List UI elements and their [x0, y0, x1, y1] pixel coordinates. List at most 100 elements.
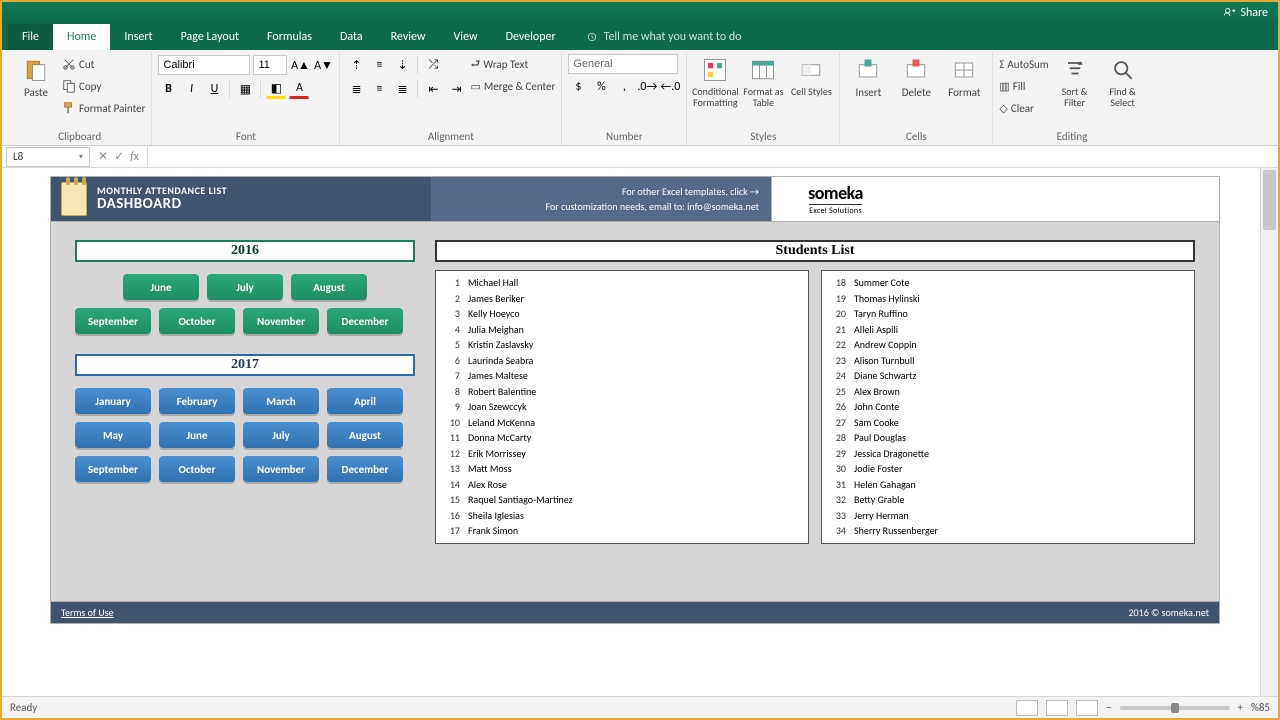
month-august-button[interactable]: August	[291, 274, 367, 300]
fx-icon[interactable]: fx	[130, 150, 139, 164]
month-march-button[interactable]: March	[243, 388, 319, 414]
tab-data[interactable]: Data	[326, 24, 377, 50]
format-as-table-button[interactable]: Format as Table	[741, 54, 785, 110]
page-break-view-button[interactable]	[1076, 700, 1098, 716]
sort-filter-button[interactable]: Sort & Filter	[1053, 54, 1097, 110]
month-april-button[interactable]: April	[327, 388, 403, 414]
format-cells-button[interactable]: Format	[942, 54, 986, 101]
enter-formula-icon[interactable]: ✓	[114, 149, 124, 164]
align-left-icon[interactable]: ≣	[346, 79, 366, 99]
bold-button[interactable]: B	[158, 79, 178, 99]
paste-button[interactable]: Paste	[14, 54, 58, 101]
percent-icon[interactable]: %	[591, 77, 611, 97]
font-name-select[interactable]	[158, 55, 250, 75]
page-layout-view-button[interactable]	[1046, 700, 1068, 716]
share-button[interactable]: Share	[1224, 6, 1268, 20]
format-painter-button[interactable]: Format Painter	[62, 98, 145, 118]
tab-insert[interactable]: Insert	[110, 24, 166, 50]
group-alignment: ⇡ ≡ ⇣ ⤮ ≣ ≡ ≣ ⇤ ⇥	[340, 52, 562, 145]
tab-page-layout[interactable]: Page Layout	[167, 24, 253, 50]
cut-button[interactable]: Cut	[62, 54, 145, 74]
italic-button[interactable]: I	[181, 79, 201, 99]
insert-cells-button[interactable]: Insert	[846, 54, 890, 101]
align-center-icon[interactable]: ≡	[369, 79, 389, 99]
formula-bar[interactable]	[147, 147, 1278, 167]
month-november-button[interactable]: November	[243, 308, 319, 334]
terms-of-use-link[interactable]: Terms of Use	[61, 606, 114, 619]
align-bottom-icon[interactable]: ⇣	[392, 55, 412, 75]
worksheet-area[interactable]: MONTHLY ATTENDANCE LIST DASHBOARD For ot…	[2, 168, 1260, 696]
month-june-button[interactable]: June	[123, 274, 199, 300]
autosum-button[interactable]: Σ AutoSum	[999, 54, 1048, 74]
normal-view-button[interactable]	[1016, 700, 1038, 716]
tab-view[interactable]: View	[440, 24, 492, 50]
merge-center-button[interactable]: ▭ Merge & Center	[470, 76, 555, 96]
decrease-decimal-icon[interactable]: ←.0	[660, 77, 680, 97]
month-october-button[interactable]: October	[159, 456, 235, 482]
list-item: 10Leland McKenna	[444, 415, 800, 431]
copy-button[interactable]: Copy	[62, 76, 145, 96]
month-november-button[interactable]: November	[243, 456, 319, 482]
month-december-button[interactable]: December	[327, 456, 403, 482]
zoom-out-button[interactable]: −	[1106, 701, 1111, 714]
fill-color-button[interactable]: ◧	[266, 79, 286, 99]
underline-button[interactable]: U	[204, 79, 224, 99]
borders-button[interactable]: ▦	[235, 79, 255, 99]
find-select-button[interactable]: Find & Select	[1101, 54, 1145, 110]
month-july-button[interactable]: July	[207, 274, 283, 300]
name-box[interactable]: L8▾	[6, 147, 90, 167]
formula-bar-row: L8▾ ✕ ✓ fx	[2, 146, 1278, 168]
month-september-button[interactable]: September	[75, 456, 151, 482]
conditional-formatting-button[interactable]: Conditional Formatting	[693, 54, 737, 110]
months-2017-grid: January February March April May June July Augu…	[75, 388, 415, 482]
increase-decimal-icon[interactable]: .0→	[637, 77, 657, 97]
month-august-button[interactable]: August	[327, 422, 403, 448]
month-december-button[interactable]: December	[327, 308, 403, 334]
month-january-button[interactable]: January	[75, 388, 151, 414]
clear-button[interactable]: ◇ Clear	[999, 98, 1048, 118]
increase-indent-icon[interactable]: ⇥	[446, 79, 466, 99]
zoom-in-button[interactable]: +	[1238, 701, 1243, 714]
align-middle-icon[interactable]: ≡	[369, 55, 389, 75]
group-clipboard: Paste Cut Copy Format Painter Clipboard	[8, 52, 152, 145]
delete-cells-button[interactable]: Delete	[894, 54, 938, 101]
number-format-select[interactable]	[568, 54, 678, 74]
list-item: 28Paul Douglas	[830, 430, 1186, 446]
list-item: 13Matt Moss	[444, 461, 800, 477]
comma-icon[interactable]: ,	[614, 77, 634, 97]
month-february-button[interactable]: February	[159, 388, 235, 414]
tab-developer[interactable]: Developer	[492, 24, 570, 50]
align-right-icon[interactable]: ≣	[392, 79, 412, 99]
group-label-clipboard: Clipboard	[14, 129, 145, 145]
month-september-button[interactable]: September	[75, 308, 151, 334]
tell-me-search[interactable]: Tell me what you want to do	[570, 24, 1278, 50]
zoom-level[interactable]: %85	[1251, 701, 1270, 714]
month-may-button[interactable]: May	[75, 422, 151, 448]
month-october-button[interactable]: October	[159, 308, 235, 334]
tab-review[interactable]: Review	[377, 24, 440, 50]
vertical-scrollbar[interactable]	[1260, 168, 1278, 696]
zoom-slider[interactable]	[1120, 706, 1230, 710]
fill-button[interactable]: ▥ Fill	[999, 76, 1048, 96]
month-july-button[interactable]: July	[243, 422, 319, 448]
students-column-2: 18Summer Cote19Thomas Hylinski20Taryn Ru…	[821, 270, 1195, 544]
group-number: $ % , .0→ ←.0 Number	[562, 52, 687, 145]
tab-home[interactable]: Home	[53, 24, 110, 50]
align-top-icon[interactable]: ⇡	[346, 55, 366, 75]
tab-file[interactable]: File	[8, 24, 53, 50]
decrease-font-icon[interactable]: A▼	[313, 55, 333, 75]
font-color-button[interactable]: A	[289, 79, 309, 99]
currency-icon[interactable]: $	[568, 77, 588, 97]
increase-font-icon[interactable]: A▲	[290, 55, 310, 75]
wrap-text-button[interactable]: ⮐ Wrap Text	[470, 54, 555, 74]
cancel-formula-icon[interactable]: ✕	[98, 149, 108, 164]
cell-styles-button[interactable]: Cell Styles	[789, 54, 833, 99]
font-size-select[interactable]	[253, 55, 287, 75]
list-item: 21Alleli Aspili	[830, 322, 1186, 338]
group-styles: Conditional Formatting Format as Table C…	[687, 52, 840, 145]
orientation-icon[interactable]: ⤮	[423, 55, 443, 75]
month-june-button[interactable]: June	[159, 422, 235, 448]
decrease-indent-icon[interactable]: ⇤	[423, 79, 443, 99]
tab-formulas[interactable]: Formulas	[253, 24, 326, 50]
list-item: 18Summer Cote	[830, 275, 1186, 291]
